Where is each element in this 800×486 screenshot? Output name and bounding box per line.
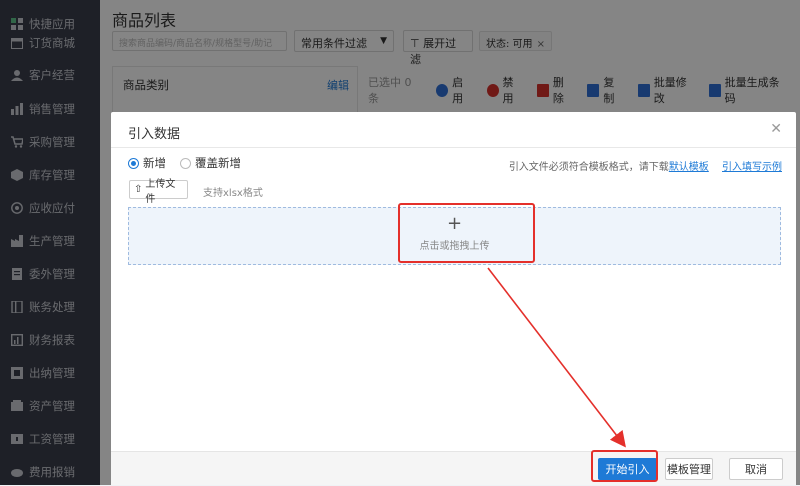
annotation-arrow [487, 267, 626, 448]
